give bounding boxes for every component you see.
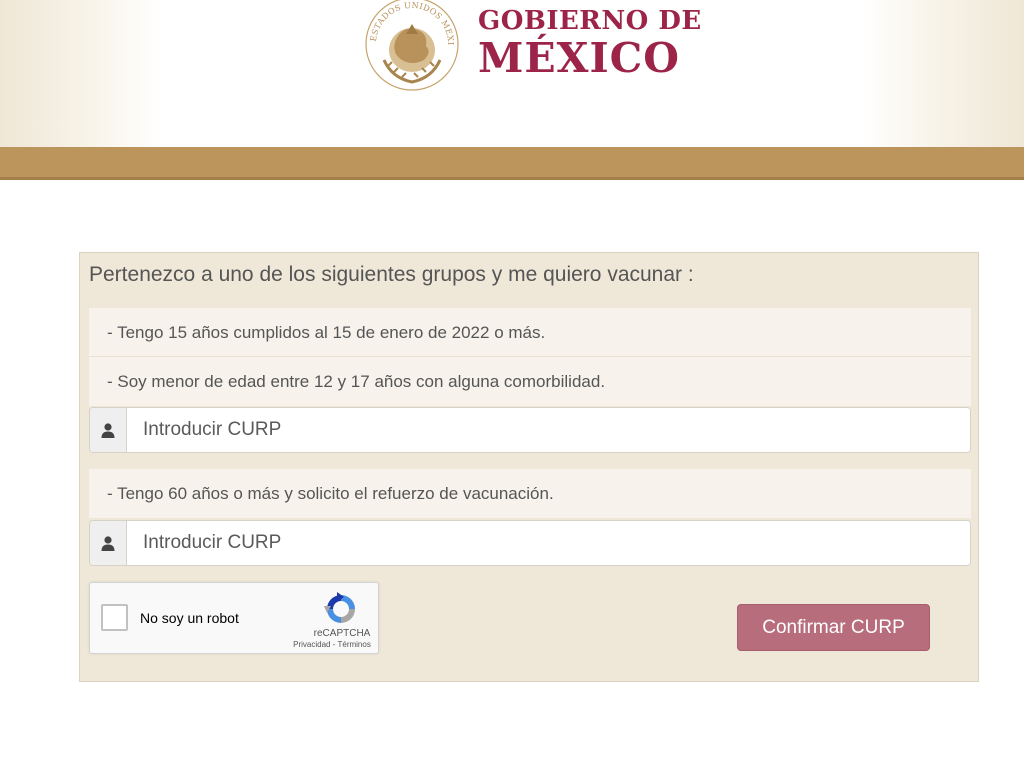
curp-input-group-1 (89, 407, 971, 453)
group-option-12-17-comorbidity: - Soy menor de edad entre 12 y 17 años c… (89, 357, 971, 406)
curp-input-2[interactable] (127, 521, 970, 565)
recaptcha-widget: No soy un robot reCAPTCHA Privacidad - T… (89, 582, 379, 654)
recaptcha-privacy-link[interactable]: Privacidad (293, 640, 330, 649)
header-gold-bar (0, 147, 1024, 180)
recaptcha-logo-icon (324, 592, 355, 623)
user-icon (90, 408, 127, 452)
site-header: ESTADOS UNIDOS MEXICANOS GOBIERNO DE MÉX… (0, 0, 1024, 147)
curp-input-1[interactable] (127, 408, 970, 452)
vaccination-registration-panel: Pertenezco a uno de los siguientes grupo… (79, 252, 979, 682)
recaptcha-terms-link[interactable]: Términos (337, 640, 370, 649)
group-option-60-plus-booster: - Tengo 60 años o más y solicito el refu… (89, 469, 971, 518)
confirm-curp-button[interactable]: Confirmar CURP (737, 604, 930, 651)
logo-line-gobierno: GOBIERNO DE (478, 6, 702, 36)
gobierno-logo[interactable]: ESTADOS UNIDOS MEXICANOS GOBIERNO DE MÉX… (360, 0, 702, 100)
recaptcha-checkbox[interactable] (101, 604, 128, 631)
recaptcha-links: Privacidad - Términos (286, 640, 378, 649)
group-option-15-plus: - Tengo 15 años cumplidos al 15 de enero… (89, 308, 971, 357)
recaptcha-label: No soy un robot (140, 610, 239, 626)
logo-line-mexico: MÉXICO (478, 34, 680, 82)
recaptcha-brand: reCAPTCHA (313, 628, 371, 639)
user-icon (90, 521, 127, 565)
curp-input-group-2 (89, 520, 971, 566)
national-seal-icon: ESTADOS UNIDOS MEXICANOS (362, 0, 459, 91)
panel-title: Pertenezco a uno de los siguientes grupo… (89, 263, 694, 286)
